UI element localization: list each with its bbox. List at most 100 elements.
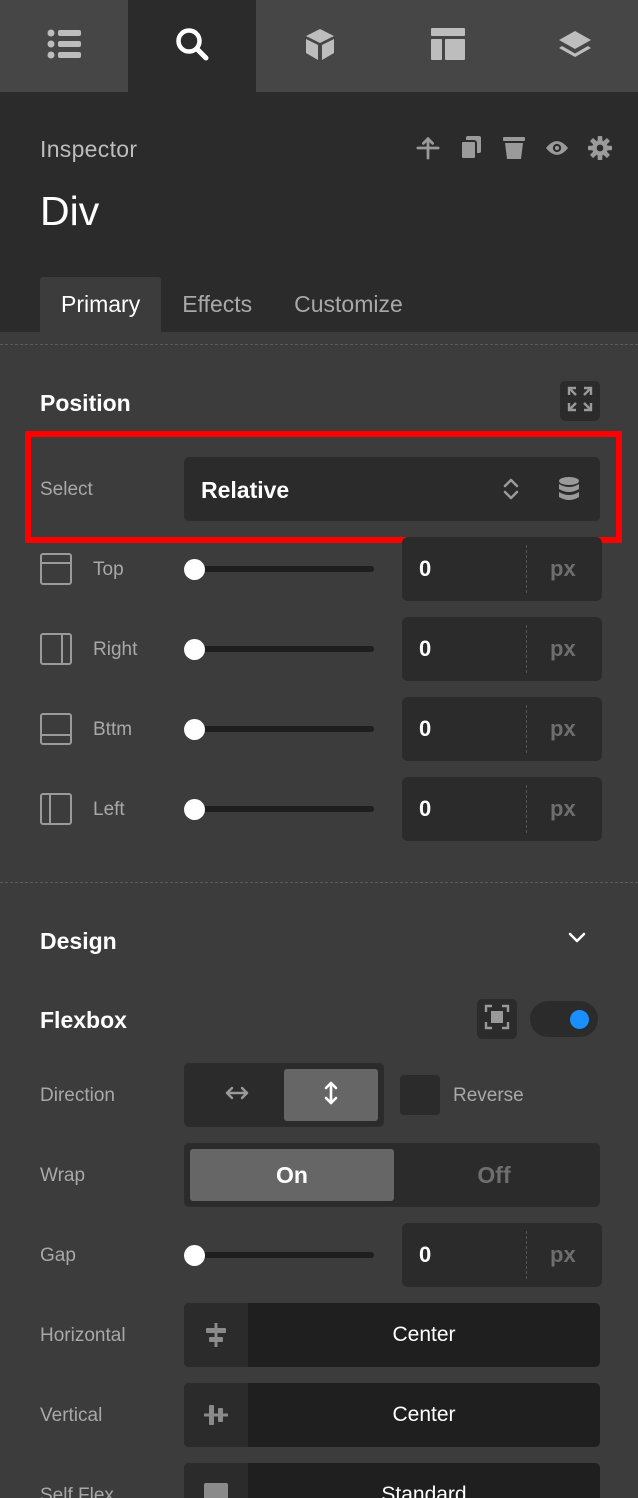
left-value: 0 [419,796,432,821]
frame-icon [484,1004,510,1035]
vertical-align-value: Center [392,1403,456,1426]
bottom-value: 0 [419,716,432,741]
left-slider-track[interactable] [194,806,374,812]
design-section-title: Design [40,928,117,954]
wrap-on-option[interactable]: On [190,1149,394,1201]
left-slider-thumb[interactable] [184,799,205,820]
search-tab-button[interactable] [128,0,256,92]
reverse-label: Reverse [453,1085,524,1106]
divider [0,882,638,883]
right-slider-thumb[interactable] [184,639,205,660]
list-tab-button[interactable] [0,0,128,92]
align-vertical-icon [184,1383,248,1447]
wrap-segmented: On Off [184,1143,600,1207]
arrow-vertical-icon [323,1080,339,1111]
direction-horizontal-option[interactable] [190,1069,284,1121]
layers-icon [558,29,592,64]
components-tab-button[interactable] [256,0,384,92]
right-label: Right [93,639,138,660]
selfflex-select[interactable]: Standard [184,1463,600,1498]
direction-label: Direction [40,1085,115,1106]
flexbox-toggle[interactable] [530,1001,598,1037]
top-toolbar [0,0,638,92]
layout-tab-button[interactable] [384,0,512,92]
vertical-align-select[interactable]: Center [184,1383,600,1447]
list-icon [47,28,81,65]
reverse-checkbox[interactable] [400,1075,440,1115]
field-separator [526,705,527,753]
chevron-down-icon[interactable] [566,928,588,953]
right-value-field[interactable]: 0 px [402,617,602,681]
tab-customize[interactable]: Customize [273,277,424,332]
position-section-title: Position [40,390,131,416]
flexbox-layout-button[interactable] [477,999,517,1039]
align-horizontal-icon [184,1303,248,1367]
tab-effects[interactable]: Effects [161,277,273,332]
layers-tab-button[interactable] [512,0,638,92]
flexbox-title: Flexbox [40,1007,127,1033]
highlight-frame [25,431,622,543]
top-value-field[interactable]: 0 px [402,537,602,601]
duplicate-icon[interactable] [459,134,483,162]
horizontal-align-value: Center [392,1323,456,1346]
direction-segmented [184,1063,384,1127]
left-side-icon [40,793,72,825]
bottom-side-icon [40,713,72,745]
move-up-icon[interactable] [416,134,440,162]
inspector-header: Inspector Div Primary Effects Customize [0,92,638,332]
gap-value: 0 [419,1242,432,1267]
inspector-tabs: Primary Effects Customize [40,277,424,332]
bottom-label: Bttm [93,719,133,740]
field-separator [526,1231,527,1279]
element-title: Div [40,188,100,234]
left-label: Left [93,799,125,820]
expand-icon [567,386,593,417]
horizontal-label: Horizontal [40,1325,126,1346]
left-unit[interactable]: px [550,796,576,822]
gap-label: Gap [40,1245,76,1266]
wrap-label: Wrap [40,1165,86,1186]
vertical-label: Vertical [40,1405,103,1426]
gap-slider-track[interactable] [194,1252,374,1258]
field-separator [526,545,527,593]
header-actions [416,134,612,162]
wrap-off-option[interactable]: Off [394,1149,594,1201]
top-label: Top [93,559,124,580]
selfflex-value: Standard [381,1483,467,1498]
cube-icon [303,27,337,66]
search-icon [175,27,209,66]
direction-vertical-option[interactable] [284,1069,378,1121]
selfflex-label: Self Flex [40,1485,114,1498]
divider [0,344,638,345]
arrow-horizontal-icon [224,1085,250,1106]
tab-primary[interactable]: Primary [40,277,162,332]
top-slider-track[interactable] [194,566,374,572]
bottom-unit[interactable]: px [550,716,576,742]
left-value-field[interactable]: 0 px [402,777,602,841]
top-value: 0 [419,556,432,581]
top-side-icon [40,553,72,585]
toggle-knob [570,1010,589,1029]
gap-value-field[interactable]: 0 px [402,1223,602,1287]
top-unit[interactable]: px [550,556,576,582]
horizontal-align-select[interactable]: Center [184,1303,600,1367]
settings-icon[interactable] [588,134,612,162]
right-unit[interactable]: px [550,636,576,662]
right-slider-track[interactable] [194,646,374,652]
gap-unit[interactable]: px [550,1242,576,1268]
field-separator [526,625,527,673]
layout-icon [431,27,465,65]
visibility-icon[interactable] [545,134,569,162]
gap-slider-thumb[interactable] [184,1245,205,1266]
bottom-slider-track[interactable] [194,726,374,732]
expand-button[interactable] [560,381,600,421]
right-value: 0 [419,636,432,661]
right-side-icon [40,633,72,665]
field-separator [526,785,527,833]
top-slider-thumb[interactable] [184,559,205,580]
panel-label: Inspector [40,136,138,162]
delete-icon[interactable] [502,134,526,162]
self-flex-icon [184,1463,248,1498]
bottom-slider-thumb[interactable] [184,719,205,740]
bottom-value-field[interactable]: 0 px [402,697,602,761]
